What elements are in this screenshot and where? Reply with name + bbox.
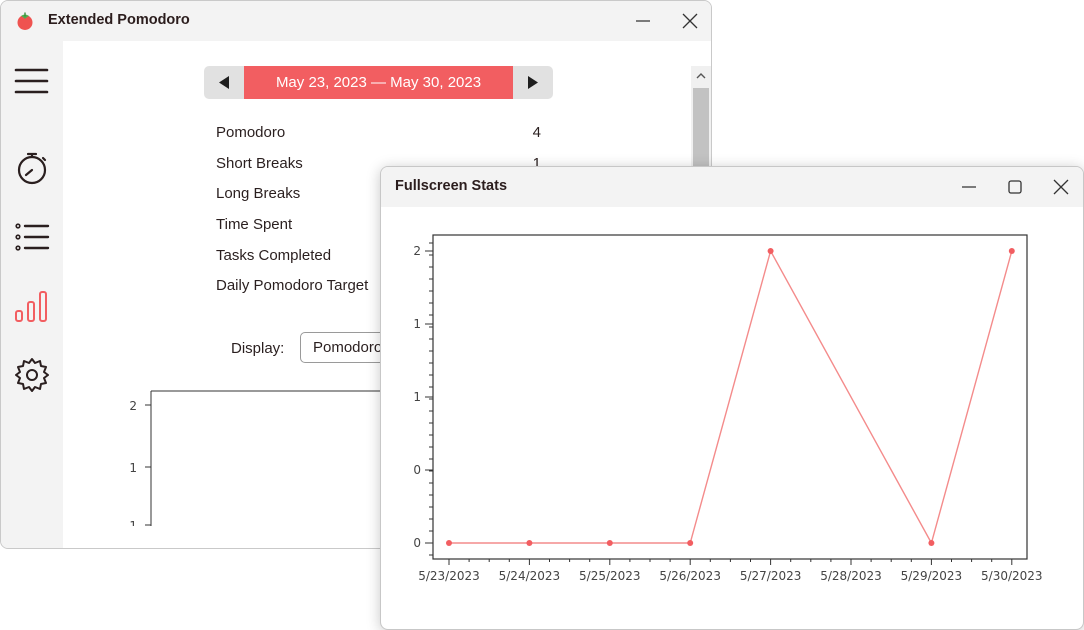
x-tick-label: 5/30/2023	[981, 569, 1043, 583]
list-icon[interactable]	[13, 218, 51, 256]
previous-week-button[interactable]	[204, 66, 244, 99]
timer-icon[interactable]	[13, 149, 51, 187]
sidebar	[1, 41, 63, 548]
close-button[interactable]	[678, 9, 702, 33]
y-tick-label: 1	[413, 390, 421, 404]
stat-row-pomodoro: Pomodoro 4	[216, 124, 541, 146]
x-tick-label: 5/29/2023	[901, 569, 963, 583]
x-tick-label: 5/26/2023	[659, 569, 721, 583]
maximize-button[interactable]	[1003, 175, 1027, 199]
stat-label: Time Spent	[216, 216, 293, 233]
fullscreen-stats-window: Fullscreen Stats 0 0 1 1 2 5/23/2023 5/24/2023…	[380, 166, 1084, 630]
stat-label: Short Breaks	[216, 155, 303, 172]
y-tick-label: 1	[413, 317, 421, 331]
stats-window-title: Fullscreen Stats	[395, 178, 508, 194]
date-navigator: May 23, 2023 — May 30, 2023	[204, 66, 553, 99]
data-point	[526, 540, 533, 546]
data-point	[687, 540, 694, 546]
title-bar: Extended Pomodoro	[1, 1, 711, 41]
stats-icon[interactable]	[13, 287, 51, 325]
x-tick-label: 5/25/2023	[579, 569, 641, 583]
settings-icon[interactable]	[13, 356, 51, 394]
stat-value: 4	[532, 124, 541, 141]
display-label: Display:	[231, 340, 285, 357]
pomodoro-line-chart: 0 0 1 1 2 5/23/2023 5/24/2023 5/25/2023 5/26/202…	[413, 234, 1043, 583]
next-week-button[interactable]	[513, 66, 553, 99]
stat-label: Daily Pomodoro Target	[216, 277, 369, 294]
close-button[interactable]	[1049, 175, 1073, 199]
minimize-button[interactable]	[631, 9, 655, 33]
stat-label: Long Breaks	[216, 185, 301, 202]
y-tick-label: 0	[413, 463, 421, 477]
x-tick-label: 5/24/2023	[499, 569, 561, 583]
stat-label: Tasks Completed	[216, 247, 332, 264]
mini-tick-label: 1	[129, 519, 137, 526]
y-tick-label: 2	[413, 244, 421, 258]
x-tick-label: 5/23/2023	[418, 569, 480, 583]
data-point	[767, 248, 774, 254]
data-point	[928, 540, 935, 546]
scroll-up-icon[interactable]	[693, 68, 709, 84]
tomato-app-icon	[15, 11, 35, 31]
mini-tick-label: 2	[129, 399, 137, 413]
series-line	[449, 249, 1013, 545]
data-point	[446, 540, 452, 546]
window-title: Extended Pomodoro	[48, 12, 190, 28]
date-range-label[interactable]: May 23, 2023 — May 30, 2023	[244, 66, 513, 99]
mini-tick-label: 1	[129, 461, 137, 475]
stats-title-bar: Fullscreen Stats	[381, 167, 1083, 207]
x-tick-label: 5/28/2023	[820, 569, 882, 583]
x-tick-label: 5/27/2023	[740, 569, 802, 583]
stat-label: Pomodoro	[216, 124, 286, 141]
minimize-button[interactable]	[957, 175, 981, 199]
menu-icon[interactable]	[13, 62, 51, 100]
y-tick-label: 0	[413, 536, 421, 550]
mini-chart: 2 1 1	[129, 390, 403, 526]
data-point	[1008, 248, 1015, 254]
data-point	[606, 540, 613, 546]
